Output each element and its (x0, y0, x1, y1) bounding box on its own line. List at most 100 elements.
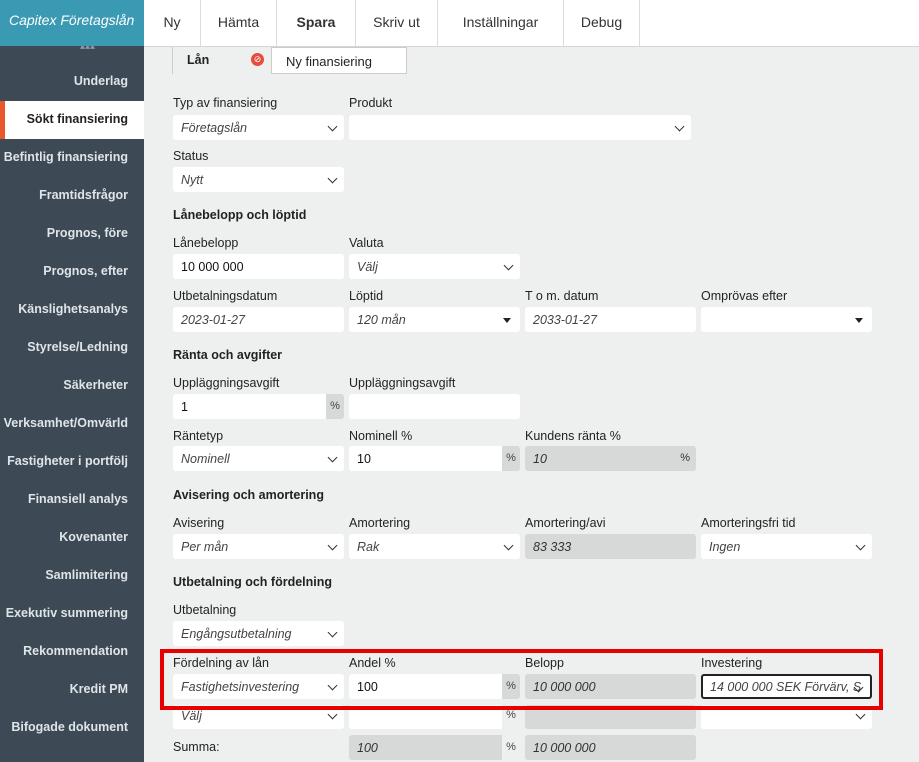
label-lanebelopp: Lånebelopp (173, 236, 239, 250)
caret-down-icon (503, 318, 511, 323)
avisering-select[interactable]: Per mån (173, 534, 344, 559)
andel-input-1[interactable]: 100 (349, 674, 502, 699)
label-utbetalningsdatum: Utbetalningsdatum (173, 289, 278, 303)
sidebar-item-underlag[interactable]: Underlag (74, 74, 128, 88)
uppl-amount-input[interactable] (349, 394, 520, 419)
fordelning-select-2[interactable]: Välj (173, 705, 344, 729)
percent-addon: % (506, 741, 516, 753)
sidebar-item-kredit-pm[interactable]: Kredit PM (70, 682, 128, 696)
label-investering: Investering (701, 656, 763, 670)
label-fordelning: Fördelning av lån (173, 656, 269, 670)
menu-ny[interactable]: Ny (144, 0, 201, 46)
chevron-down-icon (327, 173, 338, 184)
sidebar-item-prognos-efter[interactable]: Prognos, efter (43, 264, 128, 278)
lanebelopp-input[interactable]: 10 000 000 (173, 254, 344, 279)
menu-debug[interactable]: Debug (564, 0, 640, 46)
sidebar: ▴▴▴ Underlag Sökt finansiering Befintlig f… (0, 46, 144, 762)
label-omprovas: Omprövas efter (701, 289, 788, 303)
label-avisering: Avisering (173, 516, 225, 530)
status-select[interactable]: Nytt (173, 167, 344, 192)
main-panel: Lån ⊘ Ny finansiering Typ av finansierin… (144, 47, 919, 762)
top-menu: Ny Hämta Spara Skriv ut Inställningar Debug (144, 0, 919, 47)
uppl-pct-input[interactable]: 1 (173, 394, 326, 419)
label-status: Status (173, 149, 209, 163)
belopp-readonly-2 (525, 705, 696, 729)
sidebar-item-rekommendation[interactable]: Rekommendation (23, 644, 128, 658)
percent-addon: % (502, 674, 520, 699)
percent-addon: % (326, 394, 344, 419)
label-summa: Summa: (173, 740, 220, 754)
percent-addon: % (680, 452, 690, 464)
amortfri-select[interactable]: Ingen (701, 534, 872, 559)
sidebar-item-samlimitering[interactable]: Samlimitering (45, 568, 128, 582)
chevron-down-icon (327, 627, 338, 638)
andel-input-2[interactable] (349, 705, 502, 729)
omprovas-select[interactable] (701, 307, 872, 332)
loan-tab-label: Lån (187, 53, 210, 67)
sidebar-item-sökt-finansiering[interactable]: Sökt finansiering (0, 101, 144, 139)
label-uppl1: Uppläggningsavgift (173, 376, 280, 390)
sidebar-item-framtidsfrågor[interactable]: Framtidsfrågor (39, 188, 128, 202)
sidebar-item-befintlig-finansiering[interactable]: Befintlig finansiering (4, 150, 128, 164)
loan-tab[interactable]: Lån ⊘ Ny finansiering (172, 47, 407, 74)
caret-down-icon (855, 318, 863, 323)
label-rantetyp: Räntetyp (173, 429, 224, 443)
label-typ: Typ av finansiering (173, 96, 278, 110)
sidebar-item-styrelse-ledning[interactable]: Styrelse/Ledning (27, 340, 128, 354)
chevron-down-icon (327, 540, 338, 551)
summa-andel: 100 (349, 735, 502, 760)
label-amortering: Amortering (349, 516, 411, 530)
amort-avi-readonly: 83 333 (525, 534, 696, 559)
label-belopp: Belopp (525, 656, 564, 670)
menu-hämta[interactable]: Hämta (201, 0, 277, 46)
chevron-down-icon (327, 680, 338, 691)
section-utbetalning: Utbetalning och fördelning (173, 575, 333, 589)
label-valuta: Valuta (349, 236, 384, 250)
tom-datum-input[interactable]: 2033-01-27 (525, 307, 696, 332)
nominell-input[interactable]: 10 (349, 446, 502, 471)
sidebar-item-kovenanter[interactable]: Kovenanter (59, 530, 128, 544)
utbetalningsdatum-input[interactable]: 2023-01-27 (173, 307, 344, 332)
label-andel: Andel % (349, 656, 396, 670)
chevron-down-icon (855, 540, 866, 551)
sidebar-item-exekutiv-summering[interactable]: Exekutiv summering (6, 606, 128, 620)
fordelning-select-1[interactable]: Fastighetsinvestering (173, 674, 344, 699)
label-tom-datum: T o m. datum (525, 289, 599, 303)
label-amort-avi: Amortering/avi (525, 516, 606, 530)
investering-select-2[interactable] (701, 705, 872, 729)
chevron-down-icon (327, 121, 338, 132)
sidebar-item-känslighetsanalys[interactable]: Känslighetsanalys (18, 302, 128, 316)
sidebar-item-bifogade-dokument[interactable]: Bifogade dokument (11, 720, 128, 734)
delete-loan-icon[interactable]: ⊘ (251, 53, 264, 66)
investering-select-1[interactable]: 14 000 000 SEK Förvärv, S (701, 674, 872, 699)
summa-belopp: 10 000 000 (525, 735, 696, 760)
menu-inställningar[interactable]: Inställningar (438, 0, 564, 46)
percent-addon: % (506, 709, 516, 721)
label-produkt: Produkt (349, 96, 393, 110)
app-brand: Capitex Företagslån (0, 0, 144, 46)
menu-spara[interactable]: Spara (277, 0, 356, 46)
utbetalning-select[interactable]: Engångsutbetalning (173, 621, 344, 646)
label-nominell: Nominell % (349, 429, 413, 443)
loan-name-input[interactable]: Ny finansiering (271, 47, 407, 74)
kundens-ranta-readonly: 10% (525, 446, 696, 471)
valuta-select[interactable]: Välj (349, 254, 520, 279)
amortering-select[interactable]: Rak (349, 534, 520, 559)
sidebar-item-verksamhet-omvärld[interactable]: Verksamhet/Omvärld (4, 416, 128, 430)
section-lanebelopp: Lånebelopp och löptid (173, 208, 307, 222)
menu-skriv-ut[interactable]: Skriv ut (356, 0, 438, 46)
chevron-down-icon (327, 709, 338, 720)
sidebar-item-säkerheter[interactable]: Säkerheter (63, 378, 128, 392)
sidebar-item-prognos-före[interactable]: Prognos, före (47, 226, 128, 240)
rantetyp-select[interactable]: Nominell (173, 446, 344, 471)
sidebar-item-finansiell-analys[interactable]: Finansiell analys (28, 492, 128, 506)
label-loptid: Löptid (349, 289, 384, 303)
typ-select[interactable]: Företagslån (173, 115, 344, 140)
loptid-select[interactable]: 120 mån (349, 307, 520, 332)
section-avisering: Avisering och amortering (173, 488, 324, 502)
label-uppl2: Uppläggningsavgift (349, 376, 456, 390)
sidebar-item-fastigheter-i-portfölj[interactable]: Fastigheter i portfölj (7, 454, 128, 468)
chevron-down-icon (855, 709, 866, 720)
chevron-down-icon (674, 121, 685, 132)
produkt-select[interactable] (349, 115, 691, 140)
